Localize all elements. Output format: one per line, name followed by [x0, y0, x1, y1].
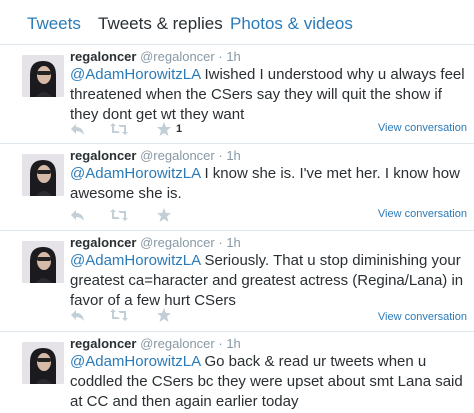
view-conversation-link[interactable]: View conversation — [378, 208, 467, 220]
user-name[interactable]: regaloncer — [70, 148, 136, 163]
retweet-icon[interactable] — [110, 121, 128, 137]
tweet-item[interactable]: regaloncer @regaloncer · 1h @AdamHorowit… — [0, 332, 474, 413]
tweet-item[interactable]: regaloncer @regaloncer · 1h @AdamHorowit… — [0, 45, 474, 144]
tweet-timestamp[interactable]: 1h — [226, 235, 240, 250]
retweet-icon[interactable] — [110, 307, 128, 323]
tweet-timestamp[interactable]: 1h — [226, 49, 240, 64]
mention-link[interactable]: @AdamHorowitzLA — [70, 66, 200, 83]
user-handle[interactable]: @regaloncer — [140, 336, 215, 351]
avatar[interactable] — [22, 154, 64, 196]
tweet-text: @AdamHorowitzLA Seriously. That u stop d… — [70, 251, 465, 311]
tab-tweets[interactable]: Tweets — [27, 14, 81, 34]
avatar[interactable] — [22, 55, 64, 97]
view-conversation-link[interactable]: View conversation — [378, 122, 467, 134]
separator-dot: · — [218, 49, 223, 64]
tweet-header: regaloncer @regaloncer · 1h — [70, 336, 241, 352]
user-handle[interactable]: @regaloncer — [140, 148, 215, 163]
tweet-header: regaloncer @regaloncer · 1h — [70, 148, 241, 164]
separator-dot: · — [218, 235, 223, 250]
favorite-star-icon[interactable] — [156, 307, 172, 323]
user-name[interactable]: regaloncer — [70, 336, 136, 351]
tweet-actions: 1 — [70, 121, 210, 139]
favorite-star-icon[interactable] — [156, 121, 172, 137]
favorite-count: 1 — [176, 123, 183, 135]
tweet-text: @AdamHorowitzLA Go back & read ur tweets… — [70, 352, 465, 412]
tab-photos-and-videos[interactable]: Photos & videos — [230, 14, 353, 34]
separator-dot: · — [218, 148, 223, 163]
user-name[interactable]: regaloncer — [70, 235, 136, 250]
avatar[interactable] — [22, 241, 64, 283]
favorite-star-icon[interactable] — [156, 207, 172, 223]
retweet-icon[interactable] — [110, 207, 128, 223]
tab-tweets-and-replies[interactable]: Tweets & replies — [98, 14, 223, 34]
tweet-actions — [70, 307, 210, 325]
mention-link[interactable]: @AdamHorowitzLA — [70, 353, 200, 370]
tweet-timestamp[interactable]: 1h — [226, 336, 240, 351]
tweet-item[interactable]: regaloncer @regaloncer · 1h @AdamHorowit… — [0, 144, 474, 231]
user-handle[interactable]: @regaloncer — [140, 235, 215, 250]
profile-tabs: Tweets Tweets & replies Photos & videos — [0, 0, 474, 45]
tweet-item[interactable]: regaloncer @regaloncer · 1h @AdamHorowit… — [0, 231, 474, 332]
view-conversation-link[interactable]: View conversation — [378, 311, 467, 323]
tweet-actions — [70, 207, 210, 225]
tweet-timestamp[interactable]: 1h — [226, 148, 240, 163]
user-name[interactable]: regaloncer — [70, 49, 136, 64]
reply-icon[interactable] — [70, 207, 86, 223]
tweet-text: @AdamHorowitzLA Iwished I understood why… — [70, 65, 465, 125]
reply-icon[interactable] — [70, 121, 86, 137]
tweet-header: regaloncer @regaloncer · 1h — [70, 49, 241, 65]
mention-link[interactable]: @AdamHorowitzLA — [70, 252, 200, 269]
user-handle[interactable]: @regaloncer — [140, 49, 215, 64]
tweet-text: @AdamHorowitzLA I know she is. I've met … — [70, 164, 465, 204]
separator-dot: · — [218, 336, 223, 351]
avatar[interactable] — [22, 342, 64, 384]
tweet-header: regaloncer @regaloncer · 1h — [70, 235, 241, 251]
reply-icon[interactable] — [70, 307, 86, 323]
mention-link[interactable]: @AdamHorowitzLA — [70, 165, 200, 182]
